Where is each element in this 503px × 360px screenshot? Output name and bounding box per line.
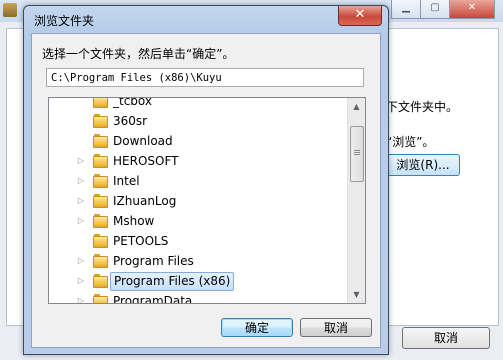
folder-icon (93, 214, 108, 228)
instruction-text: 选择一个文件夹，然后单击“确定”。 (42, 47, 235, 61)
folder-icon (93, 234, 108, 248)
tree-item-label: 360sr (113, 114, 148, 128)
chevron-right-icon[interactable]: ▷ (77, 271, 85, 291)
folder-icon (93, 134, 108, 148)
background-cancel-button[interactable]: 取消 (402, 327, 490, 349)
folder-icon (93, 154, 108, 168)
minimize-icon[interactable]: ▁ (391, 0, 421, 19)
folder-icon (93, 174, 108, 188)
folder-icon (93, 98, 108, 108)
dialog-titlebar: 浏览文件夹 ✕ (24, 6, 388, 32)
tree-item-label: Program Files (113, 254, 194, 268)
window-controls: ▁ ▢ ✕ (391, 0, 495, 19)
chevron-right-icon[interactable]: ▷ (77, 251, 85, 271)
folder-icon (93, 114, 108, 128)
chevron-right-icon[interactable]: ▷ (77, 211, 85, 231)
tree-item-label: IZhuanLog (113, 194, 177, 208)
tree-item-label: ProgramData (113, 294, 193, 304)
dialog-client: 选择一个文件夹，然后单击“确定”。 C:\Program Files (x86)… (31, 33, 381, 348)
folder-icon (93, 274, 108, 288)
tree-item-label: _tcbox (113, 97, 152, 108)
chevron-right-icon[interactable]: ▷ (77, 151, 85, 171)
background-text-2: “浏览”。 (386, 135, 435, 149)
browse-button[interactable]: 浏览(R)... (386, 154, 460, 176)
folder-icon (93, 254, 108, 268)
arrow-down-icon[interactable]: ▼ (348, 286, 365, 303)
app-icon (3, 3, 17, 17)
folder-tree[interactable]: _tcbox 360sr Download ▷ HEROSOFT ▷ Intel ▷ IZhua… (48, 97, 366, 304)
browse-accel: (R)... (420, 158, 450, 172)
path-field[interactable]: C:\Program Files (x86)\Kuyu (46, 68, 364, 87)
tree-item-label: PETOOLS (113, 234, 169, 248)
maximize-icon[interactable]: ▢ (420, 0, 450, 19)
tree-item-label: HEROSOFT (113, 154, 179, 168)
chevron-right-icon[interactable]: ▷ (77, 171, 85, 191)
browse-folder-dialog: 浏览文件夹 ✕ 选择一个文件夹，然后单击“确定”。 C:\Program Fil… (23, 5, 389, 355)
folder-icon (93, 294, 108, 303)
cancel-button[interactable]: 取消 (300, 318, 372, 337)
chevron-right-icon[interactable]: ▷ (77, 191, 85, 211)
chevron-right-icon[interactable]: ▷ (77, 291, 85, 303)
folder-icon (93, 194, 108, 208)
background-text-1: 下文件夹中。 (386, 100, 459, 114)
tree-item-label: Program Files (x86) (110, 272, 235, 291)
tree-item-label: Download (113, 134, 173, 148)
browse-label: 浏览 (396, 158, 421, 172)
ok-button[interactable]: 确定 (221, 318, 293, 337)
tree-item-label: Intel (113, 174, 140, 188)
close-icon[interactable]: ✕ (449, 0, 495, 19)
dialog-title: 浏览文件夹 (34, 14, 95, 28)
arrow-up-icon[interactable]: ▲ (348, 98, 365, 115)
close-icon[interactable]: ✕ (338, 6, 382, 26)
tree-item-label: Mshow (113, 214, 155, 228)
scrollbar-thumb[interactable] (350, 126, 364, 182)
vertical-scrollbar[interactable]: ▲ ▼ (347, 98, 365, 303)
